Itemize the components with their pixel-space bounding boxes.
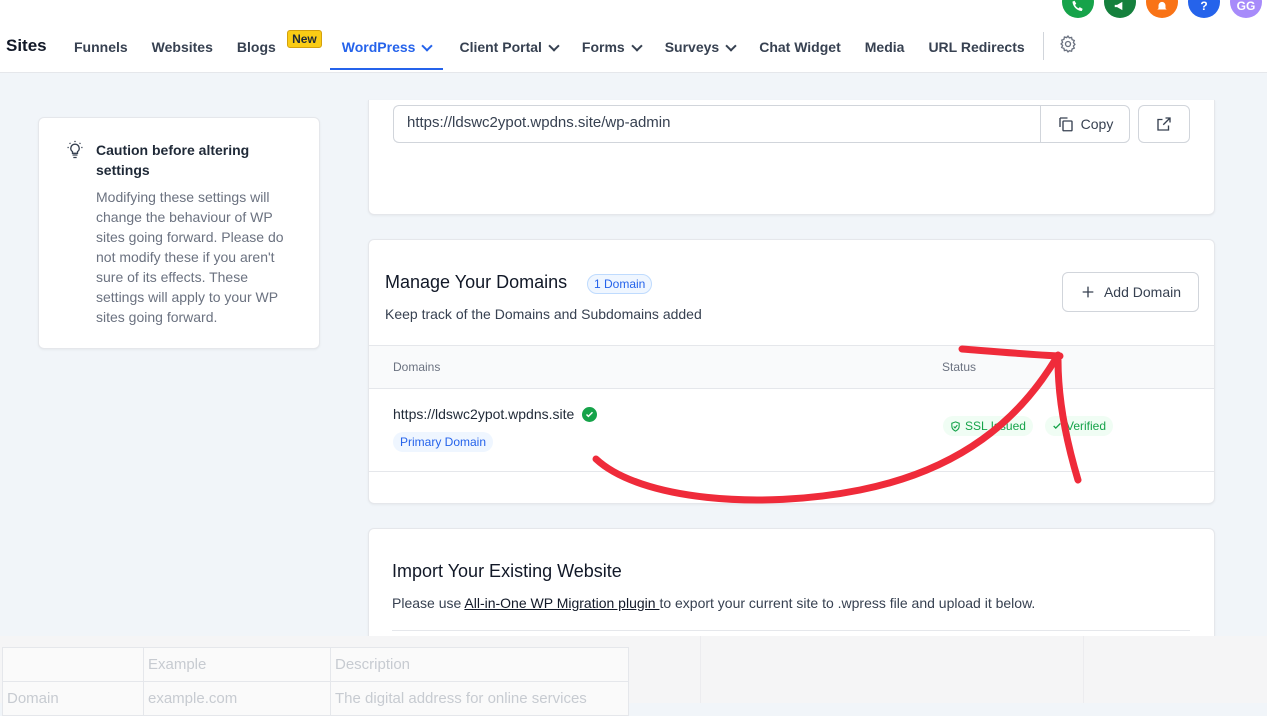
phone-icon[interactable] bbox=[1062, 0, 1094, 18]
nav-wordpress[interactable]: WordPress bbox=[329, 36, 444, 70]
col-domains: Domains bbox=[393, 360, 441, 374]
import-title: Import Your Existing Website bbox=[392, 561, 622, 581]
table-row: Example Description bbox=[2, 647, 629, 682]
import-text-before: Please use bbox=[392, 595, 465, 611]
plus-icon bbox=[1082, 286, 1094, 298]
migration-plugin-link[interactable]: All-in-One WP Migration plugin bbox=[464, 595, 659, 611]
domain-url: https://ldswc2ypot.wpdns.site bbox=[393, 406, 598, 422]
table-cell bbox=[2, 647, 144, 682]
open-external-button[interactable] bbox=[1138, 105, 1190, 143]
ssl-status-badge: SSL Issued bbox=[943, 416, 1033, 436]
chevron-down-icon bbox=[421, 40, 434, 52]
domains-subtitle: Keep track of the Domains and Subdomains… bbox=[385, 306, 702, 322]
nav-chat-widget[interactable]: Chat Widget bbox=[747, 36, 853, 66]
check-icon bbox=[1053, 423, 1061, 429]
nav-forms-label: Forms bbox=[581, 39, 625, 55]
nav-blogs[interactable]: Blogs New bbox=[225, 30, 322, 66]
table-cell: example.com bbox=[143, 681, 331, 716]
domains-title: Manage Your Domains bbox=[385, 272, 568, 292]
header-action-icons: ? GG bbox=[1062, 0, 1262, 18]
import-text-after: to export your current site to .wpress f… bbox=[659, 595, 1036, 611]
nav-client-portal-label: Client Portal bbox=[459, 39, 542, 55]
nav-divider bbox=[1042, 32, 1044, 60]
table-row: Domain example.com The digital address f… bbox=[2, 681, 629, 716]
bell-icon[interactable] bbox=[1146, 0, 1178, 18]
nav-websites[interactable]: Websites bbox=[140, 36, 225, 66]
domains-table-header: Domains Status bbox=[369, 345, 1214, 389]
app-title: Sites bbox=[6, 36, 47, 55]
main-nav: Funnels Websites Blogs New WordPress Cli… bbox=[62, 30, 1078, 70]
import-divider bbox=[392, 630, 1190, 631]
top-navigation-bar: Sites Funnels Websites Blogs New WordPre… bbox=[0, 0, 1267, 73]
caution-card: Caution before altering settings Modifyi… bbox=[38, 117, 320, 349]
table-cell: Example bbox=[143, 647, 331, 682]
nav-wordpress-label: WordPress bbox=[341, 39, 416, 55]
wp-admin-card: https://ldswc2ypot.wpdns.site/wp-admin C… bbox=[368, 100, 1215, 215]
nav-url-redirects[interactable]: URL Redirects bbox=[916, 36, 1036, 66]
copy-label: Copy bbox=[1080, 116, 1114, 132]
nav-surveys-label: Surveys bbox=[664, 39, 720, 55]
overlay-divider bbox=[700, 636, 701, 703]
ssl-status-text: SSL Issued bbox=[965, 419, 1026, 433]
overlay-table: Example Description Domain example.com T… bbox=[2, 647, 629, 716]
verified-status-badge: Verified bbox=[1045, 416, 1114, 436]
shield-check-icon bbox=[951, 420, 960, 432]
chevron-down-icon bbox=[725, 40, 737, 52]
domain-url-text: https://ldswc2ypot.wpdns.site bbox=[393, 406, 575, 422]
import-instructions: Please use All-in-One WP Migration plugi… bbox=[392, 595, 1035, 611]
avatar[interactable]: GG bbox=[1230, 0, 1262, 18]
nav-surveys[interactable]: Surveys bbox=[653, 36, 747, 66]
nav-forms[interactable]: Forms bbox=[570, 36, 653, 66]
overlay-divider bbox=[1083, 636, 1084, 703]
table-cell: The digital address for online services bbox=[330, 681, 629, 716]
nav-client-portal[interactable]: Client Portal bbox=[447, 36, 569, 66]
copy-button[interactable]: Copy bbox=[1040, 105, 1130, 143]
lightbulb-icon bbox=[65, 140, 85, 165]
add-domain-label: Add Domain bbox=[1103, 284, 1182, 300]
help-icon[interactable]: ? bbox=[1188, 0, 1220, 18]
wp-admin-url-field[interactable]: https://ldswc2ypot.wpdns.site/wp-admin bbox=[393, 105, 1041, 143]
table-row: https://ldswc2ypot.wpdns.site Primary Do… bbox=[369, 388, 1214, 472]
manage-domains-card: Manage Your Domains 1 Domain Keep track … bbox=[368, 239, 1215, 504]
new-badge: New bbox=[287, 30, 322, 48]
chevron-down-icon bbox=[631, 40, 643, 52]
primary-domain-badge: Primary Domain bbox=[393, 432, 494, 452]
caution-body: Modifying these settings will change the… bbox=[96, 189, 284, 325]
gear-icon[interactable] bbox=[1058, 34, 1078, 59]
external-link-icon bbox=[1157, 117, 1171, 131]
copy-icon bbox=[1058, 117, 1073, 132]
megaphone-icon[interactable] bbox=[1104, 0, 1136, 18]
add-domain-button[interactable]: Add Domain bbox=[1062, 272, 1199, 312]
table-cell: Description bbox=[330, 647, 629, 682]
chevron-down-icon bbox=[548, 40, 560, 52]
nav-blogs-label: Blogs bbox=[236, 39, 276, 55]
domain-count-badge: 1 Domain bbox=[587, 274, 653, 294]
nav-funnels[interactable]: Funnels bbox=[62, 36, 140, 66]
verified-status-text: Verified bbox=[1066, 419, 1107, 433]
caution-title: Caution before altering settings bbox=[96, 142, 250, 178]
verified-check-icon bbox=[582, 406, 598, 422]
col-status: Status bbox=[942, 360, 977, 374]
table-cell: Domain bbox=[2, 681, 144, 716]
nav-media[interactable]: Media bbox=[853, 36, 917, 66]
